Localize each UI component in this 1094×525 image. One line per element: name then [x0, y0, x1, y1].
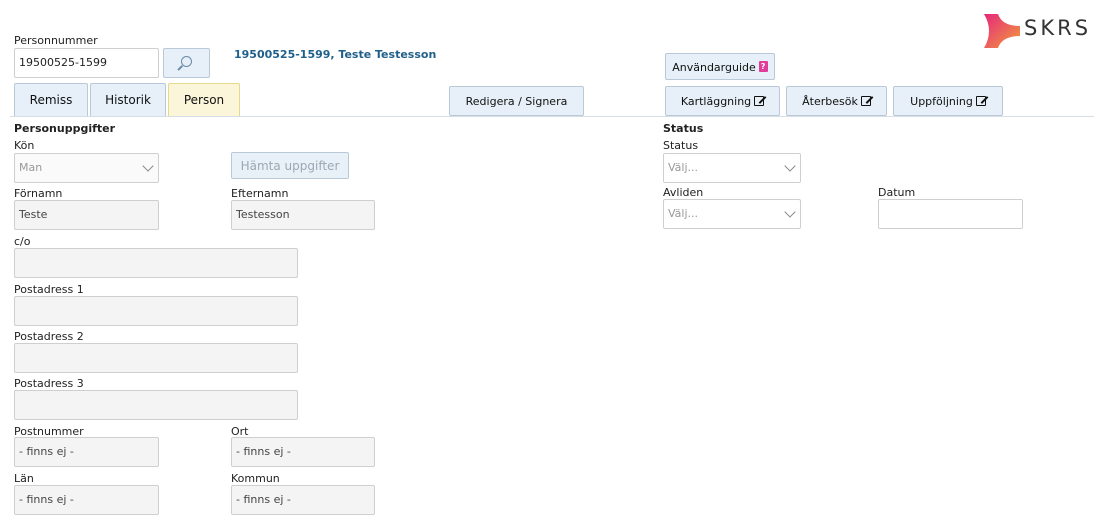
postadress2-input[interactable] — [14, 343, 298, 373]
kon-select[interactable]: Man — [14, 153, 159, 183]
skrs-logo — [984, 14, 1020, 48]
tab-person[interactable]: Person — [168, 83, 240, 116]
postadress3-input[interactable] — [14, 390, 298, 420]
chevron-down-icon — [784, 206, 796, 218]
redigera-signera-button[interactable]: Redigera / Signera — [449, 86, 584, 116]
kartlaggning-label: Kartläggning — [680, 95, 752, 108]
avliden-select[interactable]: Välj... — [663, 199, 801, 229]
ort-input[interactable]: - finns ej - — [231, 437, 375, 467]
fornamn-label: Förnamn — [14, 187, 63, 200]
lan-input[interactable]: - finns ej - — [14, 485, 159, 515]
search-button[interactable] — [163, 48, 210, 78]
help-icon — [758, 61, 768, 72]
personnummer-input[interactable]: 19500525-1599 — [14, 48, 159, 78]
uppfoljning-button[interactable]: Uppföljning — [893, 86, 1003, 116]
status-placeholder: Välj... — [668, 161, 699, 174]
datum-label: Datum — [878, 186, 916, 199]
uppfoljning-label: Uppföljning — [910, 95, 973, 108]
personuppgifter-heading: Personuppgifter — [14, 122, 116, 135]
lan-label: Län — [14, 472, 34, 485]
fornamn-input[interactable]: Teste — [14, 200, 159, 230]
status-heading: Status — [663, 122, 704, 135]
edit-icon — [975, 96, 986, 106]
co-label: c/o — [14, 235, 31, 248]
avliden-label: Avliden — [663, 186, 704, 199]
datum-input[interactable] — [878, 199, 1023, 229]
efternamn-input[interactable]: Testesson — [231, 200, 375, 230]
status-label: Status — [663, 139, 699, 152]
kommun-label: Kommun — [231, 472, 280, 485]
user-guide-button[interactable]: Användarguide — [665, 53, 775, 80]
kon-value: Man — [19, 161, 43, 174]
postadress2-label: Postadress 2 — [14, 330, 84, 343]
aterbesok-label: Återbesök — [802, 95, 858, 108]
tab-historik[interactable]: Historik — [90, 83, 166, 116]
patient-title: 19500525-1599, Teste Testesson — [234, 48, 437, 61]
chevron-down-icon — [142, 160, 154, 172]
tab-divider — [10, 116, 1094, 117]
aterbesok-button[interactable]: Återbesök — [786, 86, 887, 116]
postadress1-input[interactable] — [14, 296, 298, 326]
postadress3-label: Postadress 3 — [14, 377, 84, 390]
edit-icon — [860, 96, 871, 106]
search-icon — [181, 56, 192, 67]
postnummer-input[interactable]: - finns ej - — [14, 437, 159, 467]
co-input[interactable] — [14, 248, 298, 278]
postadress1-label: Postadress 1 — [14, 283, 84, 296]
efternamn-label: Efternamn — [231, 187, 289, 200]
status-select[interactable]: Välj... — [663, 153, 801, 183]
edit-icon — [754, 96, 765, 106]
personnummer-label: Personnummer — [14, 34, 98, 47]
user-guide-label: Användarguide — [672, 61, 756, 74]
kon-label: Kön — [14, 139, 35, 152]
tab-remiss[interactable]: Remiss — [14, 83, 88, 116]
logo-text: SKRS — [1024, 16, 1092, 40]
chevron-down-icon — [784, 160, 796, 172]
kartlaggning-button[interactable]: Kartläggning — [665, 86, 780, 116]
hamta-uppgifter-button[interactable]: Hämta uppgifter — [231, 152, 349, 179]
avliden-placeholder: Välj... — [668, 207, 699, 220]
kommun-input[interactable]: - finns ej - — [231, 485, 375, 515]
